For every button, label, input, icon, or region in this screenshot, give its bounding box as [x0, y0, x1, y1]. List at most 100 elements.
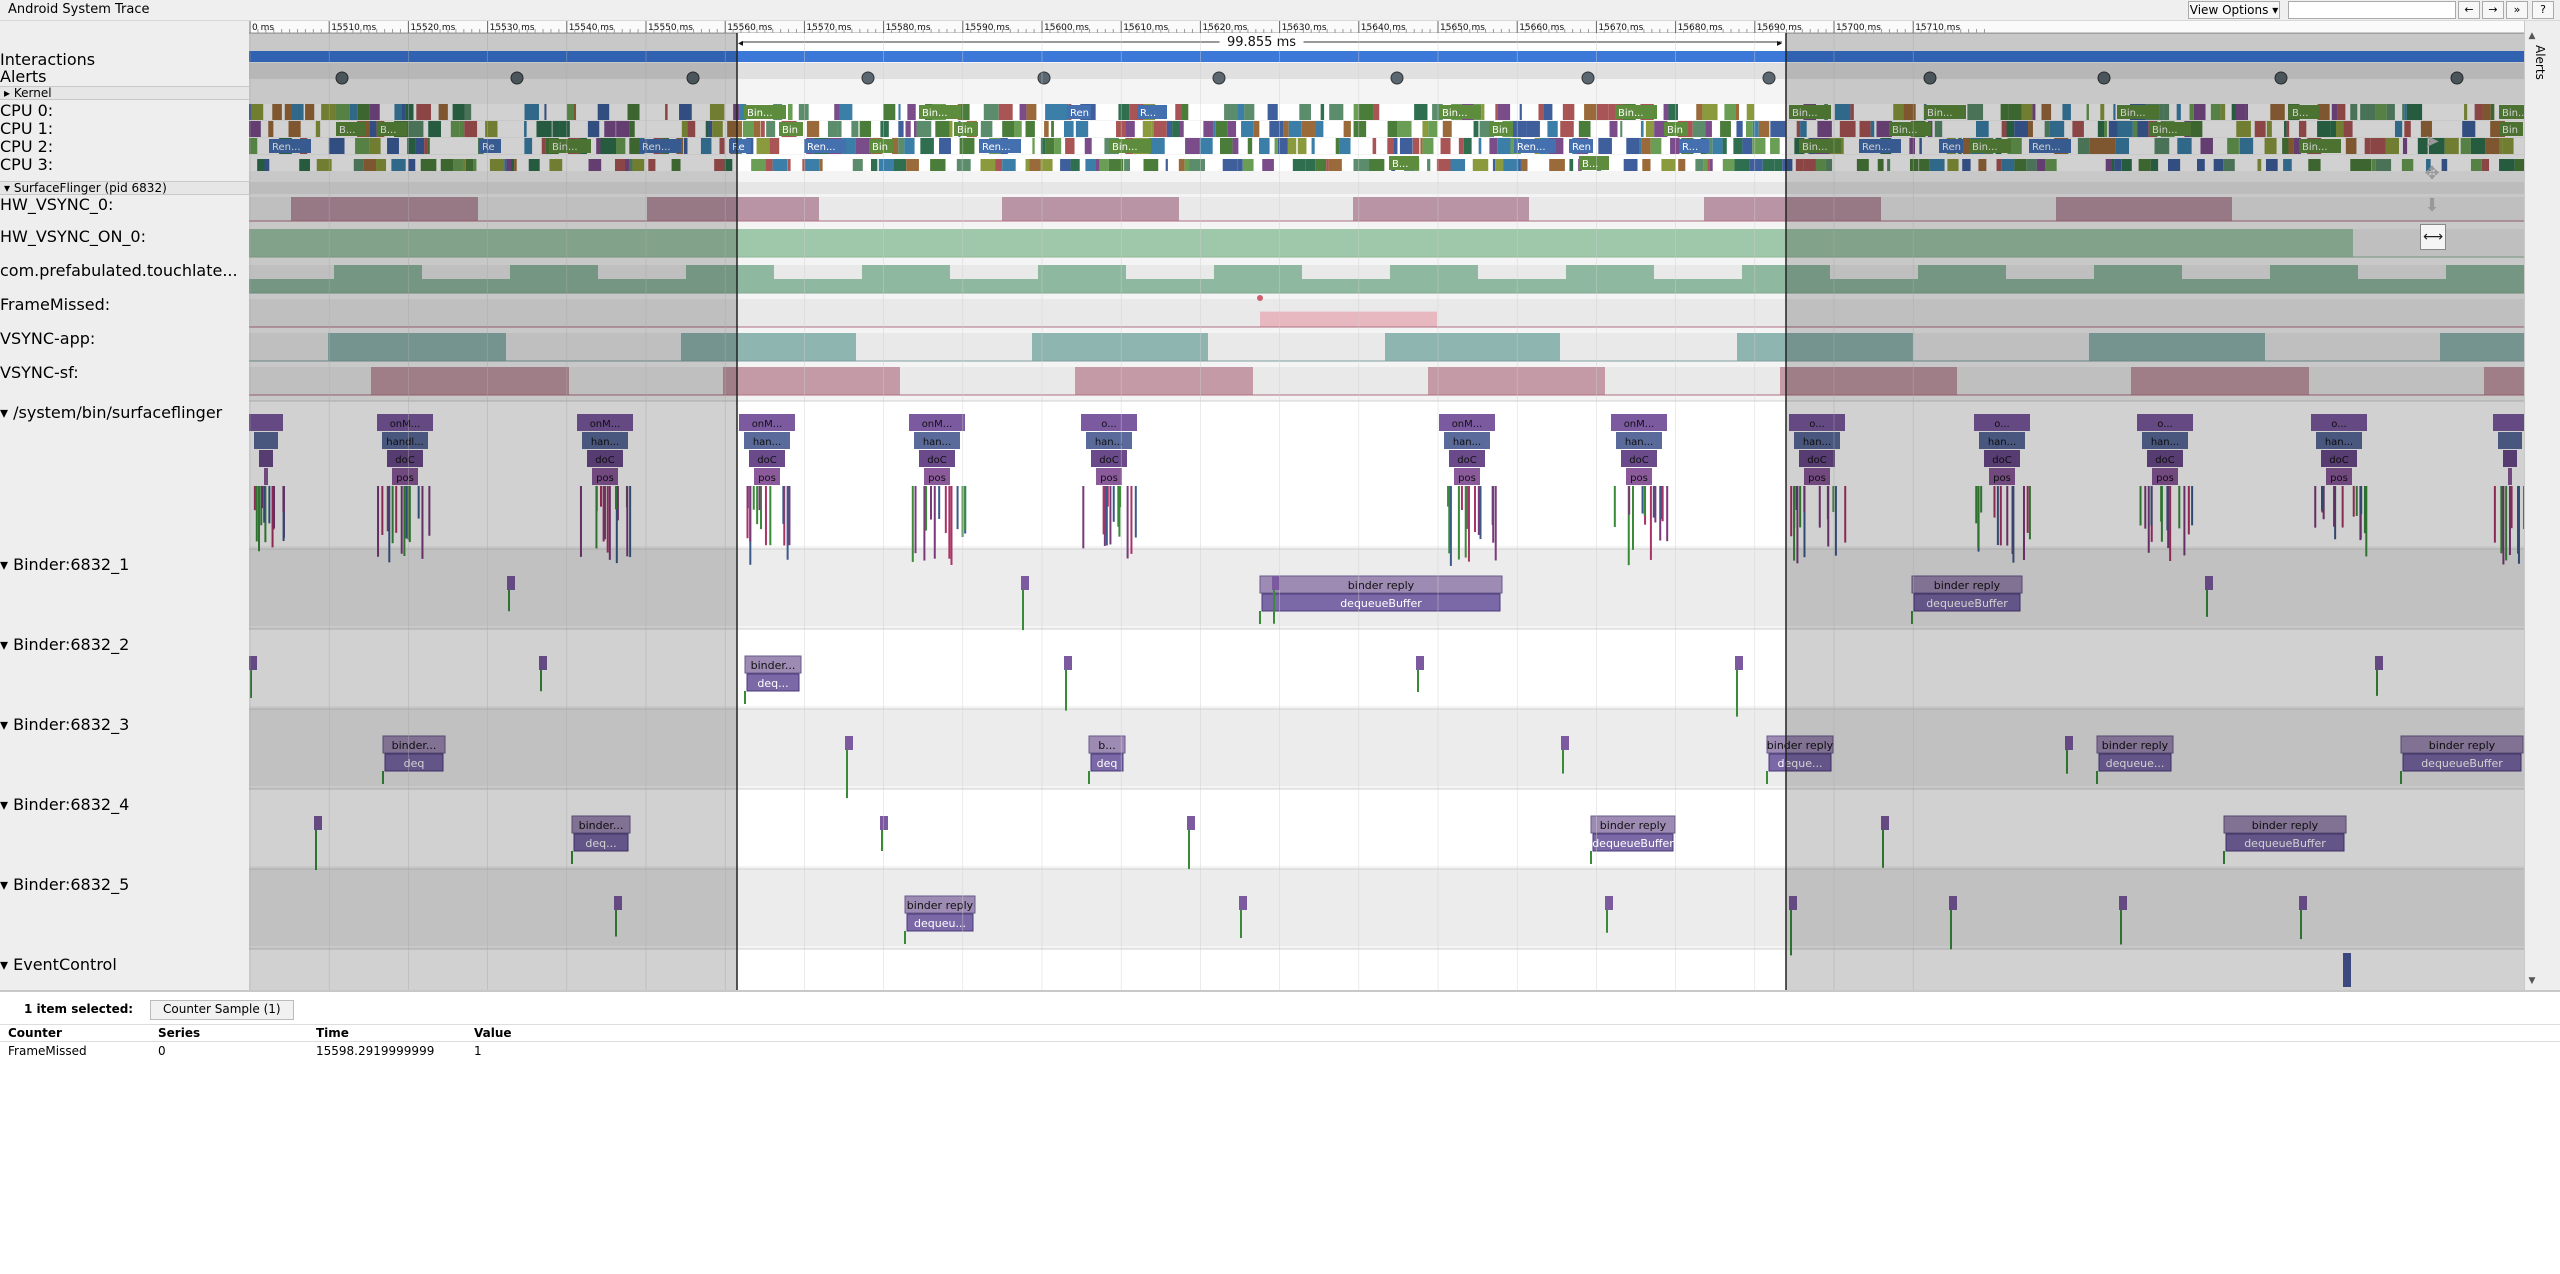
cpu-slice: [907, 104, 916, 120]
cpu-slice: [1387, 121, 1398, 137]
sf-slice-label: pos: [758, 473, 776, 484]
cpu-slice: [1369, 159, 1385, 171]
tab-counter-sample[interactable]: Counter Sample (1): [150, 1000, 294, 1020]
scroll-up-icon[interactable]: ▲: [2525, 31, 2539, 41]
expand-icon[interactable]: »: [2506, 1, 2528, 19]
column-header-series[interactable]: Series: [158, 1026, 200, 1040]
cpu-slice: [1070, 159, 1080, 171]
surfaceflinger-toggle[interactable]: ▾ SurfaceFlinger (pid 6832): [4, 181, 167, 195]
track-label-binder3[interactable]: ▾ Binder:6832_3: [0, 716, 129, 734]
cpu-slice: [1752, 121, 1759, 137]
cpu-slice: [1311, 138, 1315, 154]
cpu-slice: [1620, 121, 1623, 137]
cpu-slice: [1450, 159, 1466, 171]
cpu-slice: [916, 121, 932, 137]
track-label-binder2[interactable]: ▾ Binder:6832_2: [0, 636, 129, 654]
cpu-slice: [1054, 138, 1062, 154]
track-label-surfaceflinger-thread[interactable]: ▾ /system/bin/surfaceflinger: [0, 404, 222, 422]
cpu-slice-label: Bin: [872, 142, 888, 153]
cpu-slice: [1283, 121, 1289, 137]
track-label-binder4[interactable]: ▾ Binder:6832_4: [0, 796, 129, 814]
next-arrow-icon[interactable]: →: [2482, 1, 2504, 19]
cpu-slice-label: Bin...: [1618, 108, 1644, 119]
track-label-vsync-app: VSYNC-app:: [0, 329, 96, 348]
alerts-side-tab[interactable]: Alerts: [2533, 45, 2547, 80]
search-input[interactable]: [2288, 1, 2456, 19]
cpu-slice: [772, 159, 788, 171]
track-label-hw-vsync-on: HW_VSYNC_ON_0:: [0, 227, 146, 246]
sf-sub-slice: [933, 486, 936, 559]
ruler-tick-label: 15610 ms: [1123, 23, 1168, 33]
cpu-slice-label: B...: [1582, 159, 1598, 170]
sf-slice-label: onM...: [1452, 419, 1483, 430]
track-label-hw-vsync: HW_VSYNC_0:: [0, 195, 114, 214]
sf-sub-slice: [938, 486, 941, 519]
kernel-toggle[interactable]: ▸ Kernel: [4, 86, 52, 100]
cpu-slice: [1560, 121, 1574, 137]
sf-sub-slice: [948, 486, 951, 559]
column-header-time[interactable]: Time: [316, 1026, 349, 1040]
cpu-slice: [1473, 121, 1479, 137]
cpu-slice: [1358, 104, 1374, 120]
sf-sub-slice: [923, 486, 926, 561]
timeline-track-area[interactable]: 0 ms 15510 ms 15520 ms 15530 ms 15540 ms 1555…: [249, 21, 2541, 990]
track-label-binder1[interactable]: ▾ Binder:6832_1: [0, 556, 129, 574]
sf-sub-slice: [944, 486, 947, 533]
cpu-slice: [905, 121, 911, 137]
cpu-slice: [1547, 121, 1558, 137]
sf-sub-slice: [1134, 486, 1137, 538]
column-header-value[interactable]: Value: [474, 1026, 512, 1040]
cpu-slice: [1422, 138, 1434, 154]
timeline-canvas[interactable]: 0 ms 15510 ms 15520 ms 15530 ms 15540 ms 1555…: [249, 21, 2541, 990]
sf-sub-slice: [1130, 486, 1133, 554]
cpu-slice: [1029, 159, 1041, 171]
cpu-slice: [1372, 138, 1377, 154]
sf-sub-slice: [1126, 486, 1129, 559]
timing-icon[interactable]: ⟷: [2420, 224, 2446, 250]
cpu-slice: [819, 159, 823, 171]
cpu-slice: [1064, 121, 1074, 137]
pan-icon[interactable]: ✥: [2420, 162, 2444, 186]
cpu-slice: [1412, 138, 1420, 154]
prev-arrow-icon[interactable]: ←: [2458, 1, 2480, 19]
cpu-slice: [906, 159, 919, 171]
select-pointer-icon[interactable]: ➤: [2420, 130, 2444, 154]
framemissed-segment: [1260, 311, 1437, 327]
cpu-slice: [1440, 138, 1451, 154]
cpu-slice: [1178, 159, 1185, 171]
vsync-app-segment: [1032, 333, 1208, 361]
cpu-slice: [1642, 159, 1651, 171]
cpu-slice: [753, 121, 761, 137]
cpu-slice: [959, 138, 975, 154]
cpu-slice: [1026, 104, 1037, 120]
cpu-slice: [851, 121, 859, 137]
track-label-column: Interactions Alerts ▸ Kernel CPU 0: CPU …: [0, 21, 2524, 990]
sf-sub-slice: [929, 486, 932, 520]
track-label-eventcontrol[interactable]: ▾ EventControl: [0, 956, 117, 974]
track-label-binder5[interactable]: ▾ Binder:6832_5: [0, 876, 129, 894]
cpu-slice: [1335, 138, 1340, 154]
zoom-icon[interactable]: ⬇: [2420, 194, 2444, 218]
cpu-slice: [1326, 159, 1329, 171]
cpu-slice: [904, 138, 915, 154]
scroll-down-icon[interactable]: ▼: [2525, 976, 2539, 986]
cpu-slice: [1562, 104, 1575, 120]
time-ruler: 0 ms 15510 ms 15520 ms 15530 ms 15540 ms 1555…: [249, 21, 2524, 34]
sf-sub-slice: [1649, 486, 1652, 560]
cpu-slice: [1774, 159, 1783, 171]
ruler-tick-label: 15660 ms: [1519, 23, 1564, 33]
cpu-slice: [1175, 104, 1182, 120]
cpu-slice: [1495, 159, 1504, 171]
help-button[interactable]: ?: [2532, 1, 2554, 19]
cpu-slice: [1427, 159, 1431, 171]
view-options-button[interactable]: View Options ▾: [2188, 1, 2280, 19]
cpu-slice: [980, 121, 993, 137]
sf-sub-slice: [1467, 486, 1470, 562]
cpu-slice: [1040, 138, 1046, 154]
alert-marker-icon: [1581, 71, 1595, 85]
column-header-counter[interactable]: Counter: [8, 1026, 62, 1040]
cpu-slice: [788, 159, 791, 171]
cpu-slice: [1463, 138, 1472, 154]
analysis-panel: 1 item selected: Counter Sample (1) Coun…: [0, 990, 2560, 1274]
cpu-slice: [1151, 121, 1154, 137]
